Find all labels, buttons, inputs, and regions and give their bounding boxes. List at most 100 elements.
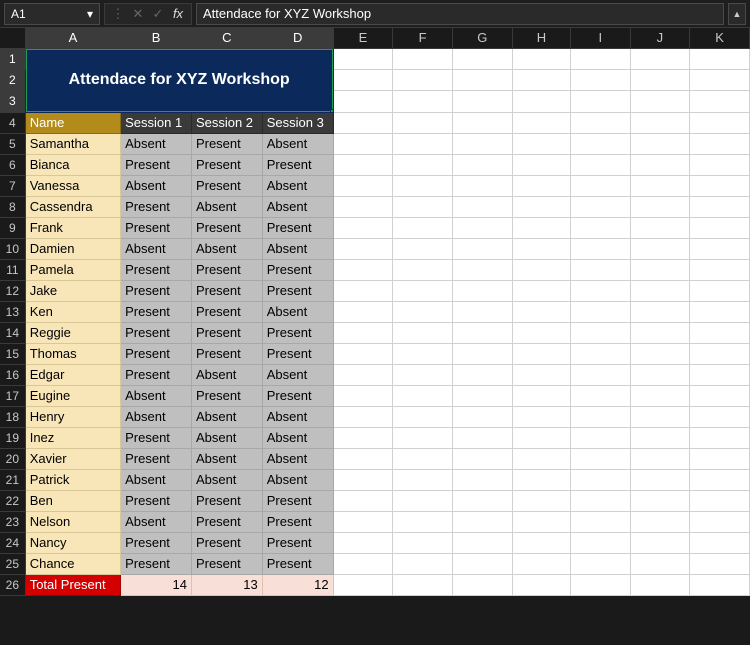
cell[interactable]	[333, 112, 393, 133]
cell[interactable]	[571, 490, 631, 511]
attendance-cell[interactable]: Present	[191, 133, 262, 154]
col-header-J[interactable]: J	[630, 28, 690, 48]
cell[interactable]	[512, 217, 570, 238]
cell[interactable]	[571, 448, 631, 469]
cell[interactable]	[333, 196, 393, 217]
cell[interactable]	[452, 175, 512, 196]
cell[interactable]	[630, 175, 690, 196]
attendance-cell[interactable]: Absent	[262, 238, 333, 259]
selection-handle[interactable]	[330, 109, 334, 113]
cell[interactable]	[630, 511, 690, 532]
cell[interactable]	[512, 364, 570, 385]
attendance-cell[interactable]: Present	[121, 217, 192, 238]
attendance-cell[interactable]: Absent	[262, 133, 333, 154]
row-header-4[interactable]: 4	[0, 112, 25, 133]
cell[interactable]	[571, 69, 631, 90]
cell[interactable]	[690, 406, 750, 427]
cell[interactable]	[393, 69, 453, 90]
row-header-3[interactable]: 3	[0, 91, 25, 112]
attendance-cell[interactable]: Present	[121, 427, 192, 448]
col-header-H[interactable]: H	[512, 28, 570, 48]
cell[interactable]	[393, 280, 453, 301]
cell[interactable]	[333, 322, 393, 343]
col-header-F[interactable]: F	[393, 28, 453, 48]
cell[interactable]	[393, 511, 453, 532]
attendance-cell[interactable]: Absent	[191, 364, 262, 385]
attendance-cell[interactable]: Absent	[262, 364, 333, 385]
row-header-7[interactable]: 7	[0, 175, 25, 196]
cell[interactable]	[630, 154, 690, 175]
attendance-cell[interactable]: Present	[121, 259, 192, 280]
cell[interactable]	[333, 511, 393, 532]
cell[interactable]	[333, 490, 393, 511]
cell[interactable]	[571, 574, 631, 595]
attendance-cell[interactable]: Present	[121, 154, 192, 175]
name-cell[interactable]: Nancy	[25, 532, 120, 553]
name-cell[interactable]: Henry	[25, 406, 120, 427]
attendance-cell[interactable]: Present	[121, 280, 192, 301]
cell[interactable]	[690, 385, 750, 406]
name-cell[interactable]: Cassendra	[25, 196, 120, 217]
cell[interactable]	[630, 406, 690, 427]
cell[interactable]	[630, 217, 690, 238]
cell[interactable]	[630, 238, 690, 259]
cell[interactable]	[452, 322, 512, 343]
cell[interactable]	[571, 364, 631, 385]
cell[interactable]	[571, 259, 631, 280]
chevron-down-icon[interactable]: ▾	[87, 7, 93, 21]
row-header-21[interactable]: 21	[0, 469, 25, 490]
cell[interactable]	[393, 196, 453, 217]
cell[interactable]	[512, 385, 570, 406]
attendance-cell[interactable]: Present	[262, 553, 333, 574]
cell[interactable]	[690, 91, 750, 112]
name-cell[interactable]: Frank	[25, 217, 120, 238]
cell[interactable]	[393, 91, 453, 112]
row-header-19[interactable]: 19	[0, 427, 25, 448]
name-cell[interactable]: Bianca	[25, 154, 120, 175]
scroll-up-icon[interactable]: ▲	[728, 3, 746, 25]
cell[interactable]	[512, 406, 570, 427]
cell[interactable]	[630, 280, 690, 301]
attendance-cell[interactable]: Present	[191, 154, 262, 175]
attendance-cell[interactable]: Present	[191, 175, 262, 196]
cell[interactable]	[571, 48, 631, 69]
cell[interactable]	[393, 48, 453, 69]
cell[interactable]	[452, 69, 512, 90]
row-header-6[interactable]: 6	[0, 154, 25, 175]
attendance-cell[interactable]: Present	[262, 154, 333, 175]
cell[interactable]	[571, 280, 631, 301]
attendance-cell[interactable]: Absent	[262, 175, 333, 196]
row-header-5[interactable]: 5	[0, 133, 25, 154]
attendance-cell[interactable]: Present	[191, 532, 262, 553]
cell[interactable]	[333, 217, 393, 238]
cell[interactable]	[512, 259, 570, 280]
name-cell[interactable]: Nelson	[25, 511, 120, 532]
attendance-cell[interactable]: Present	[191, 217, 262, 238]
name-cell[interactable]: Xavier	[25, 448, 120, 469]
cell[interactable]	[452, 91, 512, 112]
cell[interactable]	[333, 154, 393, 175]
attendance-cell[interactable]: Absent	[262, 448, 333, 469]
cell[interactable]	[512, 69, 570, 90]
attendance-cell[interactable]: Present	[191, 259, 262, 280]
cell[interactable]	[571, 385, 631, 406]
row-header-26[interactable]: 26	[0, 574, 25, 595]
attendance-cell[interactable]: Absent	[121, 238, 192, 259]
col-header-E[interactable]: E	[333, 28, 393, 48]
cell[interactable]	[452, 511, 512, 532]
cell[interactable]	[690, 69, 750, 90]
col-header-C[interactable]: C	[191, 28, 262, 48]
cell[interactable]	[512, 133, 570, 154]
row-header-12[interactable]: 12	[0, 280, 25, 301]
cell[interactable]	[690, 532, 750, 553]
cell[interactable]	[333, 553, 393, 574]
total-label-cell[interactable]: Total Present	[25, 574, 120, 595]
attendance-cell[interactable]: Absent	[262, 427, 333, 448]
name-box[interactable]: A1 ▾	[4, 3, 100, 25]
select-all-corner[interactable]	[0, 28, 25, 48]
cell[interactable]	[393, 364, 453, 385]
header-session-1[interactable]: Session 1	[121, 112, 192, 133]
attendance-cell[interactable]: Present	[191, 385, 262, 406]
col-header-K[interactable]: K	[690, 28, 750, 48]
name-cell[interactable]: Patrick	[25, 469, 120, 490]
